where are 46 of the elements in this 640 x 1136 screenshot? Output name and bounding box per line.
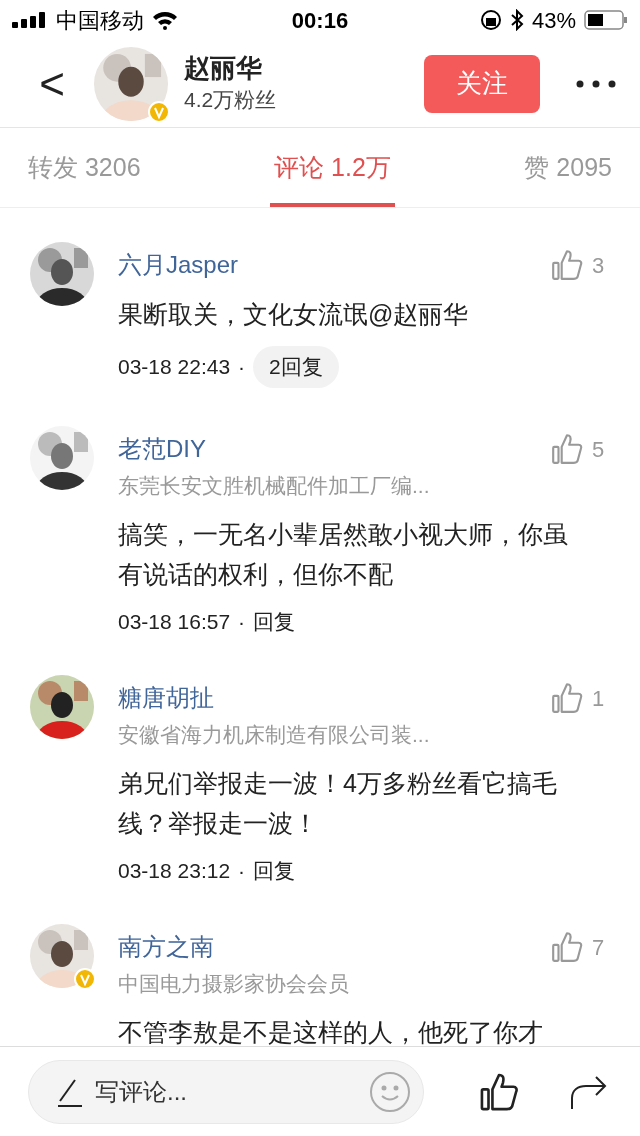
like-count: 5 [592, 435, 606, 464]
like-count: 7 [592, 933, 606, 962]
bluetooth-icon [509, 9, 524, 31]
user-name: 赵丽华 [184, 51, 263, 84]
like-count: 1 [592, 684, 606, 713]
commenter-name[interactable]: 糖唐胡扯 [118, 683, 550, 713]
rotation-lock-icon [479, 9, 502, 31]
comment-placeholder: 写评论... [95, 1076, 188, 1107]
comment-time: 03-18 23:12 [118, 857, 231, 884]
battery-icon [584, 10, 628, 30]
wifi-icon [152, 10, 178, 30]
reply-link[interactable]: 回复 [253, 605, 296, 637]
thumbs-up-icon[interactable] [550, 930, 584, 964]
signal-icon [12, 12, 48, 28]
commenter-name[interactable]: 老范DIY [118, 434, 550, 464]
comment-time: 03-18 16:57 [118, 608, 231, 635]
share-icon[interactable] [568, 1073, 608, 1110]
commenter-title: 中国电力摄影家协会会员 [118, 971, 350, 997]
commenter-name[interactable]: 六月Jasper [118, 250, 550, 280]
carrier-name: 中国移动 [56, 6, 144, 35]
comment-input-field[interactable]: 写评论... [28, 1059, 424, 1124]
commenter-name[interactable]: 南方之南 [118, 932, 550, 962]
battery-percent: 43% [531, 6, 576, 35]
back-button[interactable]: < [32, 61, 72, 106]
follower-count: 4.2万粉丝 [184, 87, 278, 113]
thumbs-up-icon[interactable] [550, 432, 584, 466]
reply-button[interactable]: 2回复 [253, 346, 339, 388]
tab[interactable]: 评论 1.2万 [270, 128, 395, 207]
comment-time: 03-18 22:43 [118, 354, 231, 381]
comment-text: 果断取关，文化女流氓@赵丽华 [118, 299, 470, 330]
commenter-title: 东莞长安文胜机械配件加工厂编... [118, 473, 431, 499]
separator-dot: · [238, 857, 246, 884]
more-icon[interactable] [576, 79, 616, 88]
smiley-icon[interactable] [369, 1070, 411, 1113]
comment-text: 不管李敖是不是这样的人，他死了你才 [118, 1016, 544, 1046]
like-count: 3 [592, 251, 606, 280]
thumbs-up-icon[interactable] [550, 681, 584, 715]
separator-dot: · [238, 608, 246, 635]
follow-button[interactable]: 关注 [424, 54, 540, 113]
separator-dot: · [238, 354, 246, 381]
comment-text: 弟兄们举报走一波！4万多粉丝看它搞毛线？举报走一波！ [118, 767, 558, 839]
commenter-title: 安徽省海力机床制造有限公司装... [118, 722, 431, 748]
thumbs-up-icon[interactable] [550, 248, 584, 282]
reply-link[interactable]: 回复 [253, 854, 296, 886]
status-time: 00:16 [290, 6, 350, 35]
comment-text: 搞笑，一无名小辈居然敢小视大师，你虽有说话的权利，但你不配 [118, 518, 569, 590]
